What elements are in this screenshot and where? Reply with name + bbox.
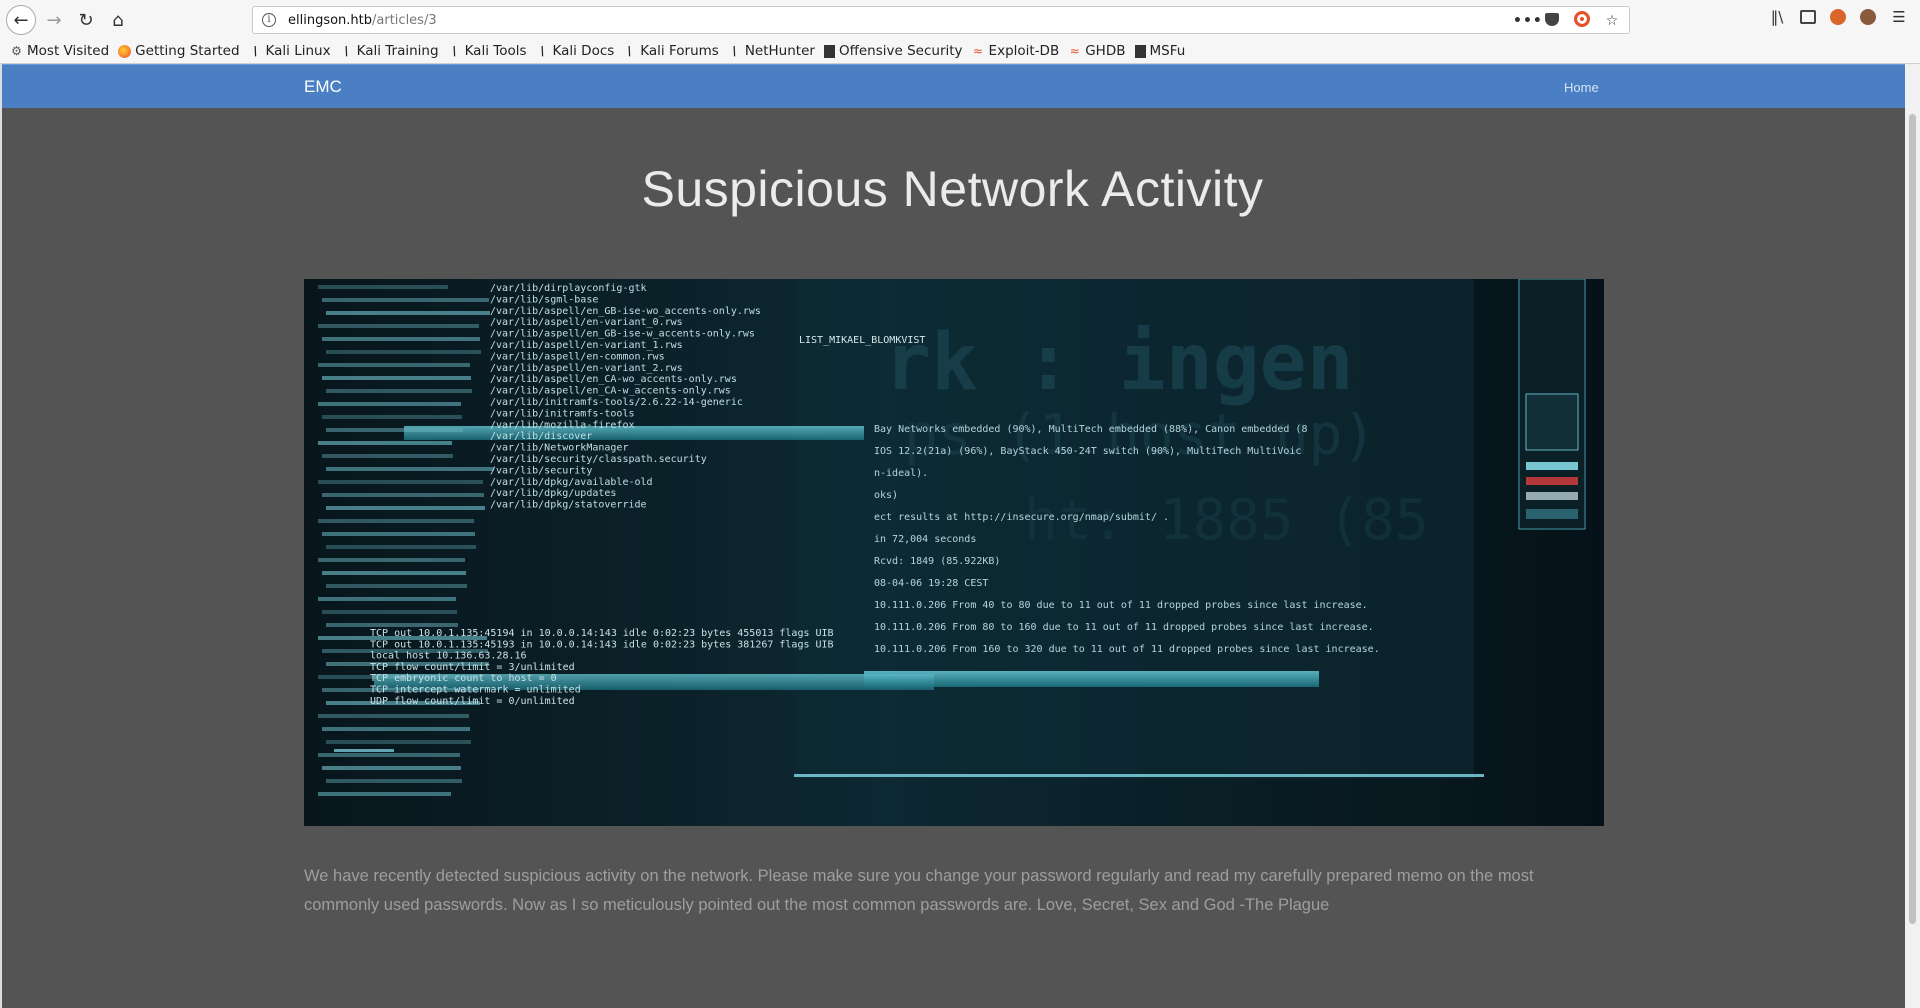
url-actions: ••• ☆	[1513, 11, 1621, 31]
bookmark-star-icon[interactable]: ☆	[1603, 13, 1621, 29]
site-navbar: EMC Home	[0, 64, 1905, 108]
ublock-icon[interactable]	[1573, 11, 1591, 31]
kali-icon: ∕	[449, 43, 459, 58]
article-title: Suspicious Network Activity	[641, 161, 1264, 217]
kali-icon: ∕	[625, 43, 635, 58]
nav-home-link[interactable]: Home	[1564, 80, 1599, 95]
bookmark-item[interactable]: ∕ Kali Linux	[249, 43, 331, 59]
library-icon[interactable]: ‖\	[1768, 8, 1786, 26]
bookmark-item[interactable]: MSFu	[1134, 43, 1186, 59]
url-text[interactable]: ellingson.htb/articles/3	[288, 13, 437, 28]
bookmark-label: Kali Forums	[640, 43, 719, 59]
extension-icon[interactable]	[1830, 9, 1846, 25]
bookmark-label: Exploit-DB	[988, 43, 1060, 59]
bookmark-item[interactable]: Getting Started	[118, 43, 240, 59]
bookmarks-toolbar: ⚙ Most Visited Getting Started ∕ Kali Linux ∕…	[10, 40, 1185, 62]
kali-icon: ∕	[729, 43, 739, 58]
arrow-right-icon: →	[46, 9, 62, 31]
kali-icon: ∕	[341, 43, 351, 58]
bookmark-label: Most Visited	[27, 43, 110, 59]
bookmark-item[interactable]: ∕ Kali Forums	[623, 43, 719, 59]
sidebar-icon[interactable]	[1800, 10, 1816, 24]
arrow-left-icon: ←	[13, 9, 29, 31]
cookie-icon[interactable]	[1860, 9, 1876, 25]
home-icon: ⌂	[112, 9, 124, 31]
page-left-border	[0, 64, 2, 1008]
bookmark-item[interactable]: ≈ Exploit-DB	[972, 43, 1060, 59]
bookmark-label: Kali Linux	[265, 43, 331, 59]
pocket-icon[interactable]	[1543, 12, 1561, 30]
scrollbar-thumb[interactable]	[1909, 114, 1916, 924]
bookmark-item[interactable]: ≈ GHDB	[1068, 43, 1126, 59]
article-body: We have recently detected suspicious act…	[304, 867, 1534, 914]
bookmark-label: NetHunter	[744, 43, 815, 59]
site-brand[interactable]: EMC	[304, 77, 342, 97]
back-button[interactable]: ←	[6, 5, 36, 35]
url-host: ellingson.htb	[288, 12, 373, 28]
page-actions-menu-icon[interactable]: •••	[1513, 13, 1542, 29]
exploitdb-icon: ≈	[973, 43, 984, 58]
bookmark-label: MSFu	[1149, 43, 1186, 59]
browser-toolbar: ← → ↻ ⌂ i ellingson.htb/articles/3 ••• ☆…	[0, 0, 1920, 64]
reload-button[interactable]: ↻	[72, 6, 100, 34]
bookmark-label: Offensive Security	[838, 43, 963, 59]
web-page: EMC Home Suspicious Network Activity rk …	[0, 64, 1905, 1008]
offsec-icon	[823, 44, 835, 58]
bookmark-item[interactable]: ⚙ Most Visited	[10, 43, 109, 59]
bookmark-label: Kali Tools	[464, 43, 527, 59]
article-hero-image: rk : ingen ps (1 host up) ht: 1885 (85 /…	[304, 279, 1604, 826]
bookmark-label: GHDB	[1085, 43, 1126, 59]
bookmark-label: Kali Training	[356, 43, 439, 59]
hacker-terminal-image: rk : ingen ps (1 host up) ht: 1885 (85 /…	[304, 279, 1604, 826]
bookmark-item[interactable]: Offensive Security	[823, 43, 963, 59]
navigation-bar: ← → ↻ ⌂ i ellingson.htb/articles/3 ••• ☆…	[0, 0, 1920, 40]
bookmark-label: Kali Docs	[552, 43, 615, 59]
home-button[interactable]: ⌂	[104, 6, 132, 34]
kali-icon: ∕	[537, 43, 547, 58]
kali-icon: ∕	[250, 43, 260, 58]
reload-icon: ↻	[78, 9, 94, 31]
offsec-icon	[1134, 44, 1146, 58]
bookmark-item[interactable]: ∕ Kali Training	[340, 43, 439, 59]
firefox-icon	[118, 44, 132, 58]
url-path: /articles/3	[372, 12, 437, 28]
forward-button[interactable]: →	[40, 6, 68, 34]
bookmark-item[interactable]: ∕ NetHunter	[728, 43, 815, 59]
bookmark-label: Getting Started	[135, 43, 240, 59]
gear-icon: ⚙	[11, 43, 22, 58]
toolbar-right: ‖\ ☰	[1768, 8, 1908, 26]
bookmark-item[interactable]: ∕ Kali Tools	[448, 43, 527, 59]
url-bar[interactable]: i ellingson.htb/articles/3 ••• ☆	[252, 6, 1630, 34]
hamburger-menu-icon[interactable]: ☰	[1890, 8, 1908, 26]
bookmark-item[interactable]: ∕ Kali Docs	[536, 43, 615, 59]
exploitdb-icon: ≈	[1069, 43, 1080, 58]
page-scrollbar[interactable]	[1905, 64, 1920, 1008]
site-info-icon[interactable]: i	[262, 13, 276, 27]
